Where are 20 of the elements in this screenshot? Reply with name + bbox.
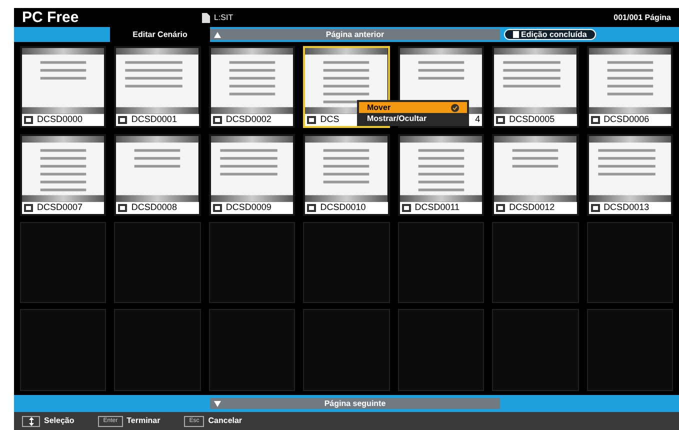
slide-name: DCSD0011 [414,203,460,212]
app-title: PC Free [22,10,80,25]
slide-name: DCSD0012 [509,203,555,212]
slide-name: DCSD0009 [226,203,272,212]
source-label: L:SIT [214,12,234,24]
slide-name: DCSD0000 [37,115,83,124]
key-hint: Cancelar [208,415,242,427]
key-hint: Seleção [44,415,74,427]
slide-name: 4 [475,115,480,124]
slide-name: DCSD0005 [509,115,555,124]
slide-name: DCSD0001 [131,115,177,124]
slide-name: DCSD0010 [320,203,366,212]
slide-name: DCSD0002 [226,115,272,124]
slide-name: DCSD0013 [604,203,650,212]
slide-name: DCSD0006 [604,115,650,124]
key-hint: Terminar [126,415,160,427]
page-counter: 001/001 Página [614,12,671,24]
slide-name: DCS [320,115,340,124]
slide-name: DCSD0008 [131,203,177,212]
slide-name: DCSD0007 [37,203,83,212]
